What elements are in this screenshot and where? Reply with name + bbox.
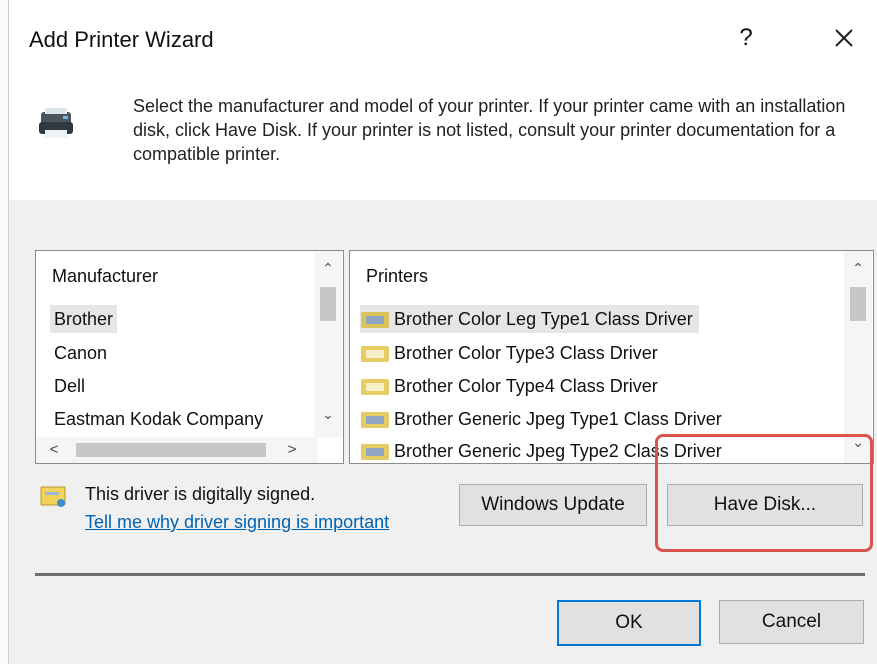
printer-driver-icon: [361, 346, 389, 363]
scroll-up-arrow-icon[interactable]: ⌃: [314, 255, 342, 281]
printer-item[interactable]: Brother Generic Jpeg Type1 Class Driver: [360, 405, 722, 433]
manufacturer-horizontal-scrollbar[interactable]: < >: [36, 437, 318, 463]
scroll-right-arrow-icon[interactable]: >: [280, 437, 304, 463]
manufacturer-listbox[interactable]: Manufacturer Brother Canon Dell Eastman …: [35, 250, 344, 464]
scroll-thumb[interactable]: [76, 443, 266, 457]
close-icon: [835, 29, 853, 47]
driver-signed-status: This driver is digitally signed.: [85, 484, 316, 504]
highlight-annotation: [655, 434, 873, 552]
manufacturer-header: Manufacturer: [52, 266, 159, 286]
driver-signing-link[interactable]: Tell me why driver signing is important: [85, 512, 389, 533]
printer-item-label: Brother Color Leg Type1 Class Driver: [394, 309, 693, 329]
manufacturer-item-brother[interactable]: Brother: [50, 305, 118, 333]
printer-icon: [39, 108, 73, 138]
printer-driver-icon: [361, 379, 389, 396]
printer-item-label: Brother Color Type3 Class Driver: [394, 343, 658, 363]
close-button[interactable]: [827, 20, 861, 56]
printers-vertical-scrollbar[interactable]: ⌃ ⌄: [844, 251, 872, 463]
instructions-text: Select the manufacturer and model of you…: [133, 96, 846, 164]
divider: [35, 573, 865, 576]
manufacturer-vertical-scrollbar[interactable]: ⌃ ⌄: [314, 251, 342, 437]
scroll-down-arrow-icon[interactable]: ⌄: [314, 401, 342, 427]
printer-item-label: Brother Color Type4 Class Driver: [394, 376, 658, 396]
manufacturer-item-dell[interactable]: Dell: [54, 372, 85, 400]
printer-item[interactable]: Brother Color Type4 Class Driver: [360, 372, 658, 400]
help-button[interactable]: ?: [732, 22, 760, 54]
scroll-thumb[interactable]: [850, 287, 866, 321]
windows-update-button[interactable]: Windows Update: [459, 484, 647, 526]
title-bar: Add Printer Wizard ?: [9, 0, 877, 80]
printer-driver-icon: [361, 412, 389, 429]
printer-driver-icon: [361, 312, 389, 329]
background-window-edge: [0, 0, 9, 664]
window-title: Add Printer Wizard: [29, 27, 214, 52]
printer-item[interactable]: Brother Color Type3 Class Driver: [360, 339, 658, 367]
add-printer-wizard-dialog: Add Printer Wizard ? Select the manufact…: [9, 0, 877, 664]
cancel-button[interactable]: Cancel: [719, 600, 864, 644]
printer-driver-icon: [361, 444, 389, 461]
scroll-up-arrow-icon[interactable]: ⌃: [844, 255, 872, 281]
printer-item-label: Brother Generic Jpeg Type1 Class Driver: [394, 409, 722, 429]
printers-listbox[interactable]: Printers Brother Color Leg Type1 Class D…: [349, 250, 874, 464]
wizard-header: Select the manufacturer and model of you…: [9, 80, 877, 200]
manufacturer-item-canon[interactable]: Canon: [54, 339, 107, 367]
certificate-icon: [40, 486, 66, 507]
scroll-left-arrow-icon[interactable]: <: [42, 437, 66, 463]
printer-item[interactable]: Brother Color Leg Type1 Class Driver: [360, 305, 699, 333]
printers-header: Printers: [366, 266, 429, 286]
manufacturer-item-eastman-kodak[interactable]: Eastman Kodak Company: [54, 405, 263, 433]
ok-button[interactable]: OK: [557, 600, 701, 646]
scroll-thumb[interactable]: [320, 287, 336, 321]
